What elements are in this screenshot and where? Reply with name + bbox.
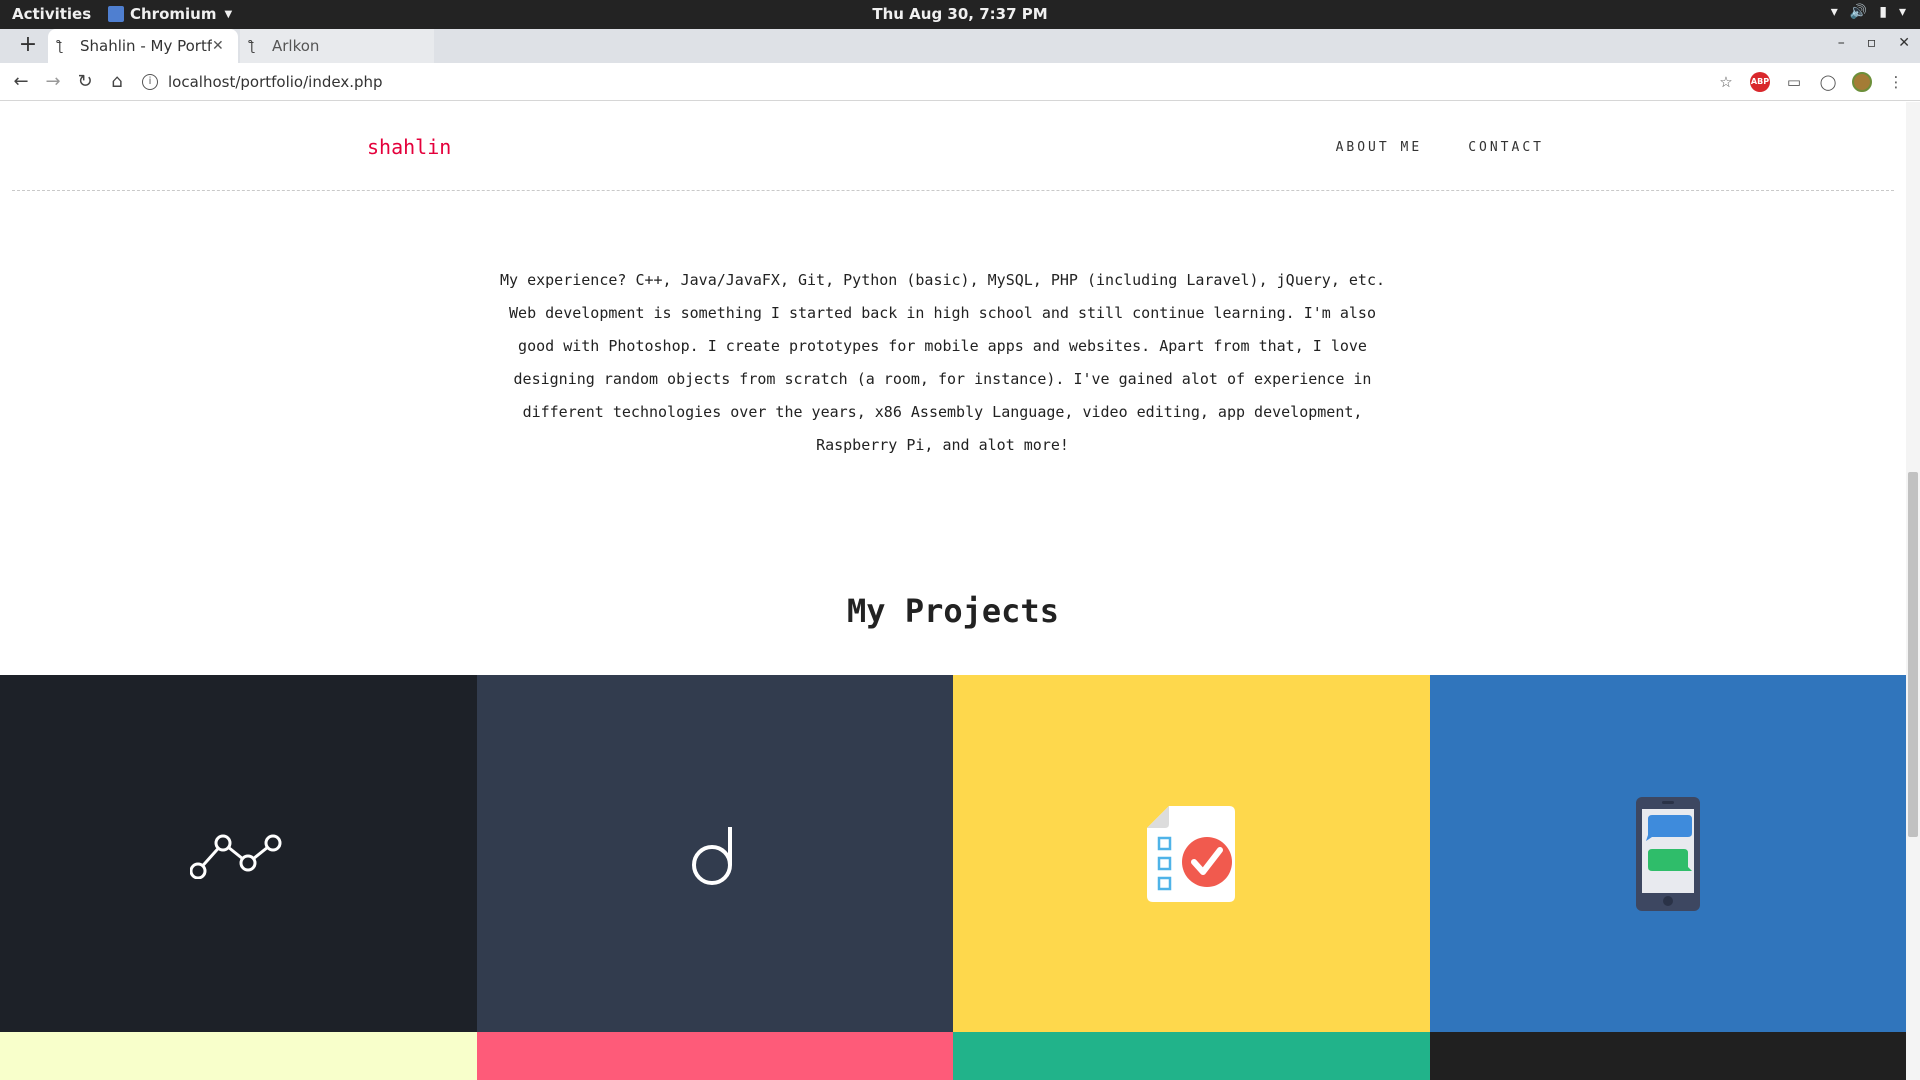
adblock-icon[interactable]: ABP — [1750, 72, 1770, 92]
project-tile[interactable] — [953, 675, 1430, 1032]
project-grid — [0, 675, 1906, 1080]
address-bar[interactable]: i localhost/portfolio/index.php — [142, 68, 1702, 96]
wifi-icon: ▾ — [1830, 4, 1838, 20]
about-line: My experience? C++, Java/JavaFX, Git, Py… — [499, 271, 1385, 289]
site-nav: ABOUT ME CONTACT — [1336, 140, 1544, 155]
home-icon[interactable]: ⌂ — [105, 70, 129, 94]
project-tile[interactable] — [0, 1032, 477, 1080]
system-clock[interactable]: Thu Aug 30, 7:37 PM — [0, 5, 1920, 23]
browser-toolbar: ← → ↻ ⌂ i localhost/portfolio/index.php … — [0, 63, 1920, 101]
about-line: good with Photoshop. I create prototypes… — [518, 337, 1367, 355]
url-text: localhost/portfolio/index.php — [168, 73, 383, 91]
letter-d-logo-icon — [691, 826, 732, 885]
tab-favicon-icon: ƪ — [58, 38, 63, 54]
about-line: Raspberry Pi, and alot more! — [816, 436, 1069, 454]
tab-arlkon[interactable]: ƪ Arlkon — [240, 29, 434, 63]
page-scrollbar[interactable] — [1906, 102, 1920, 1080]
about-line: Web development is something I started b… — [509, 304, 1376, 322]
chevron-down-icon: ▾ — [1898, 4, 1906, 20]
projects-heading: My Projects — [847, 592, 1059, 630]
about-line: designing random objects from scratch (a… — [513, 370, 1372, 388]
nav-about-me[interactable]: ABOUT ME — [1336, 140, 1423, 155]
window-controls: – ▫ ✕ — [1838, 35, 1910, 51]
project-tile[interactable] — [476, 1032, 953, 1080]
system-top-bar: Activities Chromium ▼ Thu Aug 30, 7:37 P… — [0, 0, 1920, 29]
activities-button[interactable]: Activities — [12, 5, 91, 23]
profile-avatar[interactable] — [1852, 72, 1872, 92]
new-tab-button[interactable]: + — [18, 34, 38, 56]
web-page: shahlin ABOUT ME CONTACT My experience? … — [0, 102, 1906, 1080]
site-header: shahlin ABOUT ME CONTACT — [0, 102, 1906, 192]
about-paragraph: My experience? C++, Java/JavaFX, Git, Py… — [480, 264, 1405, 462]
reload-icon[interactable]: ↻ — [73, 70, 97, 94]
tab-favicon-icon: ƪ — [250, 38, 255, 54]
battery-icon: ▮ — [1879, 4, 1887, 20]
tab-portfolio[interactable]: ƪ Shahlin - My Portfo ✕ — [48, 29, 238, 63]
bookmark-star-icon[interactable]: ☆ — [1716, 72, 1736, 92]
app-menu[interactable]: Chromium ▼ — [108, 5, 232, 23]
chevron-down-icon: ▼ — [224, 8, 233, 20]
project-tile[interactable] — [1429, 675, 1906, 1032]
header-divider — [12, 190, 1894, 191]
project-tile[interactable] — [953, 1032, 1430, 1080]
system-tray[interactable]: ▾ 🔊 ▮ ▾ — [1831, 4, 1906, 20]
volume-icon: 🔊 — [1849, 4, 1868, 20]
tab-title: Shahlin - My Portfo — [80, 37, 212, 55]
tab-strip: + ƪ Shahlin - My Portfo ✕ ƪ Arlkon – ▫ ✕ — [0, 29, 1920, 63]
close-window-icon[interactable]: ✕ — [1898, 35, 1910, 51]
project-tile[interactable] — [476, 675, 953, 1032]
minimize-icon[interactable]: – — [1838, 35, 1845, 51]
project-tile[interactable] — [0, 675, 477, 1032]
forward-arrow-icon[interactable]: → — [41, 70, 65, 94]
tab-title: Arlkon — [272, 37, 320, 55]
toolbar-actions: ☆ ABP ▭ ◯ ⋮ — [1716, 72, 1906, 92]
close-icon[interactable]: ✕ — [212, 38, 230, 54]
chromium-app-icon — [108, 6, 124, 22]
maximize-icon[interactable]: ▫ — [1867, 35, 1877, 51]
about-line: different technologies over the years, x… — [522, 403, 1363, 421]
extension-icon[interactable]: ▭ — [1784, 72, 1804, 92]
site-brand[interactable]: shahlin — [367, 135, 451, 159]
chat-phone-icon — [1635, 796, 1700, 911]
project-tile[interactable] — [1429, 1032, 1906, 1080]
line-graph-icon — [190, 834, 282, 879]
back-arrow-icon[interactable]: ← — [9, 70, 33, 94]
nav-contact[interactable]: CONTACT — [1468, 140, 1544, 155]
extension-circle-icon[interactable]: ◯ — [1818, 72, 1838, 92]
scrollbar-thumb[interactable] — [1908, 472, 1918, 837]
app-name: Chromium — [130, 5, 217, 23]
checklist-document-icon — [1147, 805, 1236, 902]
menu-dots-icon[interactable]: ⋮ — [1886, 72, 1906, 92]
info-icon[interactable]: i — [142, 74, 158, 90]
